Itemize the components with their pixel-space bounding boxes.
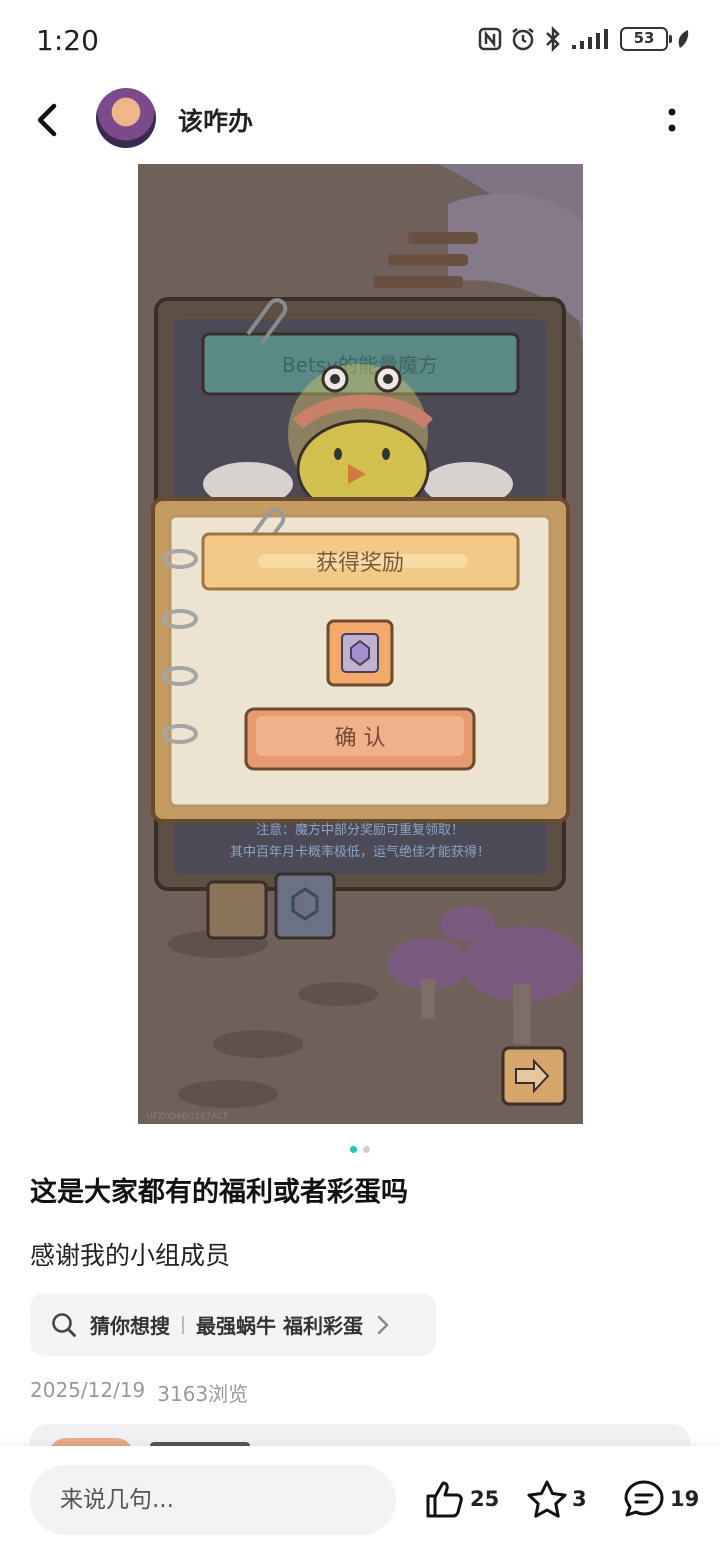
dialog-title: 获得奖励 — [316, 551, 404, 576]
like-count: 25 — [470, 1487, 500, 1511]
bluetooth-icon — [546, 26, 560, 52]
notice-line-1: 注意：魔方中部分奖励可重复领取！ — [256, 822, 464, 838]
like-button[interactable]: 25 — [424, 1479, 499, 1519]
comment-count: 19 — [670, 1487, 700, 1511]
post-header: 该咋办 — [0, 82, 720, 158]
nfc-icon — [478, 27, 502, 51]
bottom-action-bar: 25 3 19 — [0, 1446, 720, 1554]
signal-icon — [572, 29, 608, 49]
alarm-icon — [512, 28, 534, 51]
post-body: 感谢我的小组成员 — [30, 1241, 231, 1270]
confirm-button[interactable]: 确 认 — [335, 726, 386, 751]
search-suggestion-chip[interactable]: 猜你想搜 最强蜗牛 福利彩蛋 — [30, 1293, 436, 1356]
leaf-icon — [678, 30, 689, 48]
comment-input[interactable] — [30, 1465, 396, 1535]
chevron-right-icon — [377, 1315, 389, 1334]
comment-icon — [624, 1480, 664, 1517]
more-vertical-icon[interactable] — [660, 104, 684, 136]
status-bar: 1:20 53 — [0, 0, 720, 82]
status-time: 1:20 — [36, 24, 99, 57]
post-image[interactable]: Betsy的能量魔方 获得奖励 确 认 注意：魔方中部分奖励可重复领取！ 其中百… — [138, 164, 583, 1124]
post-title: 这是大家都有的福利或者彩蛋吗 — [30, 1177, 408, 1208]
post-meta: 2025/12/19 3163浏览 — [30, 1378, 248, 1407]
carousel-dot — [363, 1146, 370, 1153]
status-icons: 53 — [478, 26, 690, 52]
divider — [182, 1315, 184, 1334]
search-suggestion-prefix: 猜你想搜 — [90, 1314, 170, 1338]
search-suggestion-query: 最强蜗牛 福利彩蛋 — [196, 1314, 363, 1338]
post-date: 2025/12/19 — [30, 1378, 146, 1402]
favorite-count: 3 — [572, 1487, 587, 1511]
avatar[interactable] — [96, 88, 156, 148]
star-icon — [527, 1480, 567, 1518]
author-name[interactable]: 该咋办 — [178, 102, 253, 138]
search-icon — [52, 1312, 76, 1337]
comment-button[interactable]: 19 — [622, 1479, 699, 1519]
favorite-button[interactable]: 3 — [526, 1479, 587, 1519]
carousel-indicator — [0, 1146, 720, 1153]
post-views: 3163浏览 — [157, 1382, 249, 1406]
back-arrow-icon[interactable] — [28, 98, 68, 142]
battery-icon: 53 — [620, 27, 672, 51]
watermark: UFZ0D6B0187ACF — [146, 1112, 229, 1122]
thumbs-up-icon — [426, 1481, 463, 1518]
notice-line-2: 其中百年月卡概率极低，运气绝佳才能获得！ — [230, 844, 490, 860]
carousel-dot-active — [350, 1146, 357, 1153]
